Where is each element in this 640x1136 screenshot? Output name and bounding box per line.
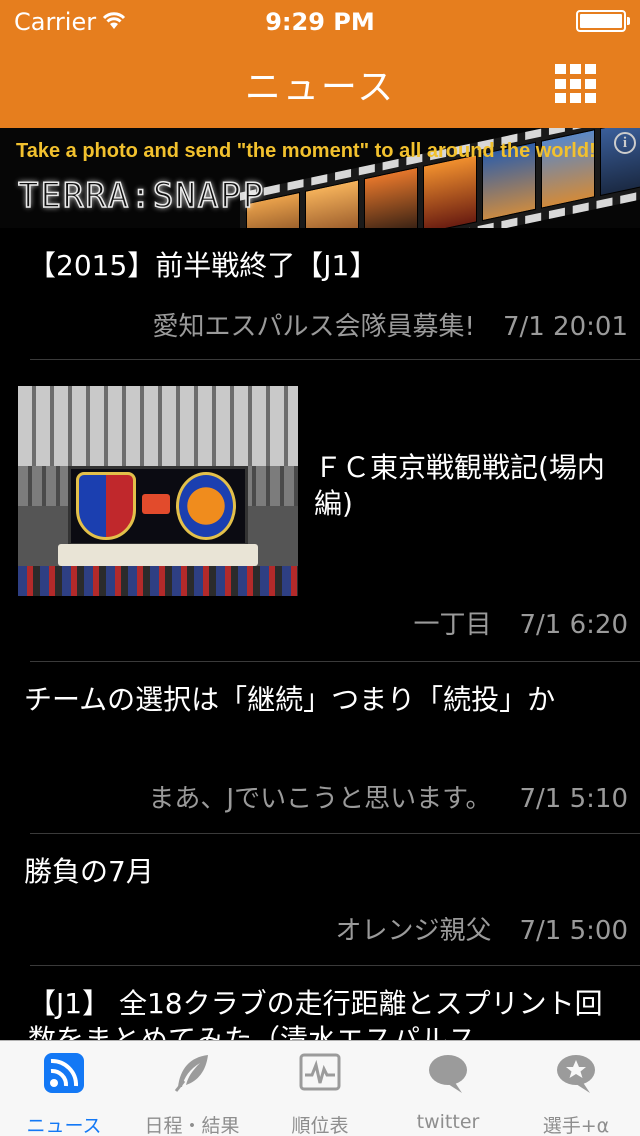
article-meta: 愛知エスパルス会隊員募集! 7/1 20:01: [153, 306, 628, 343]
article-author: 一丁目: [413, 610, 492, 640]
article-list: 【2015】前半戦終了【J1】 愛知エスパルス会隊員募集! 7/1 20:01 Ｆ…: [0, 228, 640, 1040]
list-item[interactable]: ＦＣ東京戦観戦記(場内編) 一丁目 7/1 6:20: [0, 360, 640, 662]
banner-tagline: Take a photo and send "the moment" to al…: [16, 140, 596, 162]
article-date: 7/1 20:01: [502, 312, 628, 342]
article-author: 愛知エスパルス会隊員募集!: [152, 312, 475, 342]
list-item[interactable]: 【J1】 全18クラブの走行距離とスプリント回数をまとめてみた（清水エスパルス: [0, 966, 640, 1040]
tab-label: 選手+α: [542, 1115, 610, 1136]
navigation-bar: Carrier 9:29 PM ニュース: [0, 0, 640, 128]
article-meta: まあ、Jでいこうと思います。 7/1 5:10: [148, 778, 628, 815]
article-meta: オレンジ親父 7/1 5:00: [335, 910, 628, 947]
list-item[interactable]: 【2015】前半戦終了【J1】 愛知エスパルス会隊員募集! 7/1 20:01: [0, 228, 640, 360]
tab-label: 順位表: [291, 1115, 349, 1136]
article-title: 勝負の7月: [24, 855, 154, 888]
tab-label: twitter: [416, 1111, 480, 1133]
tab-players[interactable]: 選手+α: [512, 1041, 640, 1136]
tab-label: ニュース: [26, 1115, 102, 1136]
article-author: オレンジ親父: [335, 916, 492, 946]
page-title: ニュース: [244, 67, 396, 108]
tab-schedule[interactable]: 日程・結果: [128, 1041, 256, 1136]
banner-logo: TERRA:SNAPP: [17, 175, 266, 217]
article-thumbnail: [18, 386, 298, 596]
article-date: 7/1 5:10: [519, 784, 629, 814]
battery-icon: [576, 10, 630, 32]
ad-banner[interactable]: Take a photo and send "the moment" to al…: [0, 128, 640, 228]
tab-standings[interactable]: 順位表: [256, 1041, 384, 1136]
article-title: チームの選択は「継続」つまり「続投」か: [24, 683, 556, 716]
speech-bubble-icon: [429, 1055, 467, 1093]
status-time: 9:29 PM: [265, 8, 375, 36]
grid-menu-icon[interactable]: [555, 64, 597, 104]
article-meta: 一丁目 7/1 6:20: [413, 604, 628, 641]
star-bubble-icon: [557, 1055, 595, 1093]
pulse-monitor-icon: [299, 1053, 341, 1091]
quill-feather-icon: [174, 1055, 208, 1092]
tab-twitter[interactable]: twitter: [384, 1041, 512, 1136]
article-date: 7/1 5:00: [519, 916, 629, 946]
tab-news[interactable]: ニュース: [0, 1041, 128, 1136]
ad-info-icon[interactable]: i: [614, 132, 636, 154]
list-item[interactable]: 勝負の7月 オレンジ親父 7/1 5:00: [0, 834, 640, 966]
article-title: 【2015】前半戦終了【J1】: [28, 249, 378, 282]
tab-label: 日程・結果: [144, 1115, 240, 1136]
article-author: まあ、Jでいこうと思います。: [148, 784, 492, 814]
rss-feed-icon: [44, 1053, 84, 1093]
list-item[interactable]: チームの選択は「継続」つまり「続投」か まあ、Jでいこうと思います。 7/1 5:…: [0, 662, 640, 834]
article-date: 7/1 6:20: [519, 610, 629, 640]
article-title: ＦＣ東京戦観戦記(場内編): [314, 451, 605, 520]
article-title: 【J1】 全18クラブの走行距離とスプリント回数をまとめてみた（清水エスパルス: [28, 987, 603, 1040]
status-bar: Carrier 9:29 PM: [0, 0, 640, 40]
tab-bar: ニュース 日程・結果 順位表 twitter 選手+α: [0, 1040, 640, 1136]
